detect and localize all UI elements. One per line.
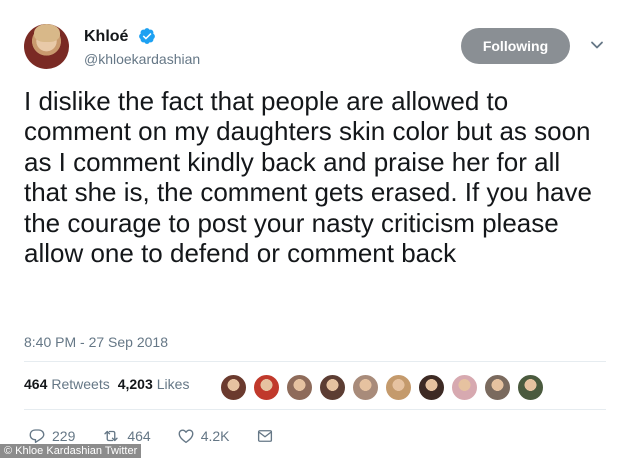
like-button[interactable]: 4.2K bbox=[177, 427, 230, 445]
retweets-stat[interactable]: 464 Retweets bbox=[24, 376, 110, 392]
likes-stat[interactable]: 4,203 Likes bbox=[118, 376, 190, 392]
liker-avatar[interactable] bbox=[319, 374, 346, 401]
reply-icon bbox=[29, 429, 45, 444]
retweets-count: 464 bbox=[24, 376, 48, 392]
tweet-text: I dislike the fact that people are allow… bbox=[24, 86, 592, 269]
image-credit-watermark: © Khloe Kardashian Twitter bbox=[0, 444, 142, 458]
retweet-button[interactable]: 464 bbox=[101, 427, 151, 445]
liker-avatar[interactable] bbox=[451, 374, 478, 401]
liker-avatar[interactable] bbox=[385, 374, 412, 401]
retweet-icon bbox=[104, 430, 119, 442]
liker-avatar[interactable] bbox=[484, 374, 511, 401]
retweets-label: Retweets bbox=[51, 376, 110, 392]
like-count: 4.2K bbox=[200, 428, 230, 444]
reply-button[interactable]: 229 bbox=[28, 427, 75, 445]
user-avatar[interactable] bbox=[24, 24, 69, 69]
liker-avatar[interactable] bbox=[286, 374, 313, 401]
user-handle[interactable]: @khloekardashian bbox=[84, 51, 200, 67]
heart-icon bbox=[178, 429, 194, 444]
liker-avatar[interactable] bbox=[517, 374, 544, 401]
likes-count: 4,203 bbox=[117, 376, 153, 392]
divider bbox=[24, 409, 606, 410]
liker-avatars bbox=[220, 374, 550, 401]
tweet-timestamp[interactable]: 8:40 PM - 27 Sep 2018 bbox=[24, 334, 168, 350]
user-display-name[interactable]: Khloé bbox=[84, 28, 128, 46]
tweet-actions: 229 464 4.2K bbox=[28, 427, 300, 445]
liker-avatar[interactable] bbox=[352, 374, 379, 401]
direct-message-button[interactable] bbox=[256, 427, 274, 445]
following-button[interactable]: Following bbox=[461, 28, 570, 64]
tweet-stats: 464 Retweets 4,203 Likes bbox=[24, 376, 189, 392]
liker-avatar[interactable] bbox=[253, 374, 280, 401]
chevron-down-icon[interactable] bbox=[590, 38, 604, 52]
envelope-icon bbox=[257, 430, 272, 442]
retweet-count: 464 bbox=[127, 428, 151, 444]
likes-label: Likes bbox=[156, 376, 190, 392]
liker-avatar[interactable] bbox=[220, 374, 247, 401]
liker-avatar[interactable] bbox=[418, 374, 445, 401]
reply-count: 229 bbox=[52, 428, 76, 444]
divider bbox=[24, 361, 606, 362]
verified-badge-icon bbox=[139, 28, 155, 44]
